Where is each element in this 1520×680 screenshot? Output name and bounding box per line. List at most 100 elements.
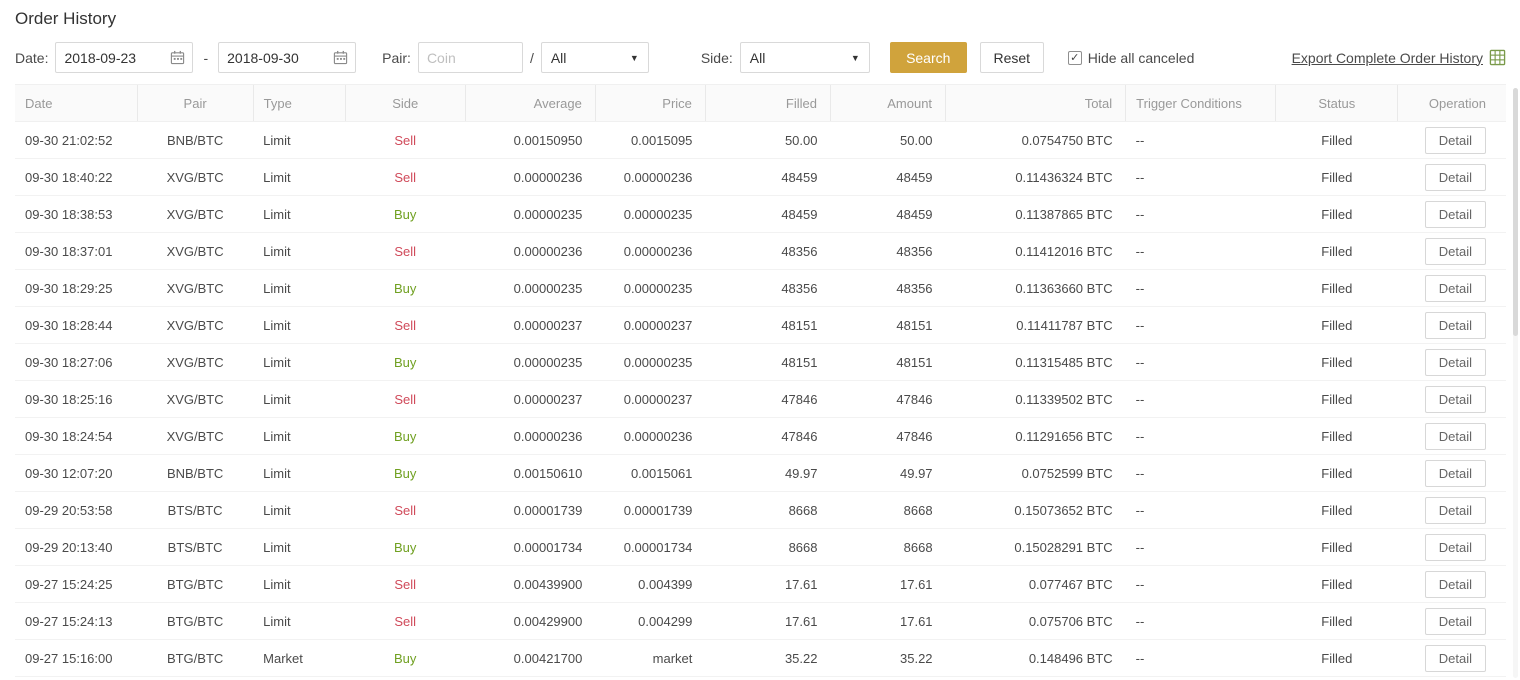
cell-filled: 47846 [705,417,831,455]
cell-total: 0.11412016 BTC [945,232,1126,270]
cell-pair: XVG/BTC [137,306,254,344]
cell-trigger: -- [1125,417,1276,455]
date-from-input[interactable] [55,42,194,73]
cell-status: Filled [1275,565,1398,603]
cell-operation: Detail [1397,195,1506,233]
column-header-trigger: Trigger Conditions [1125,84,1276,122]
cell-price: 0.00000237 [595,306,706,344]
cell-average: 0.00000237 [465,306,596,344]
detail-button[interactable]: Detail [1424,237,1486,265]
cell-type: Limit [253,565,346,603]
date-to-input[interactable] [218,42,357,73]
scrollbar-thumb[interactable] [1513,88,1518,336]
excel-icon [1489,49,1506,66]
cell-type: Limit [253,158,346,196]
detail-button[interactable]: Detail [1424,126,1486,154]
detail-button[interactable]: Detail [1424,644,1486,672]
detail-button[interactable]: Detail [1424,422,1486,450]
table-row: 09-29 20:53:58 BTS/BTC Limit Sell 0.00001739… [15,491,1506,529]
cell-filled: 47846 [705,380,831,418]
cell-amount: 50.00 [830,121,946,159]
cell-price: 0.0015061 [595,454,706,492]
cell-operation: Detail [1397,232,1506,270]
cell-status: Filled [1275,306,1398,344]
table-row: 09-30 12:07:20 BNB/BTC Limit Buy 0.00150610 0… [15,454,1506,492]
cell-amount: 49.97 [830,454,946,492]
cell-average: 0.00001739 [465,491,596,529]
cell-total: 0.077467 BTC [945,565,1126,603]
cell-status: Filled [1275,232,1398,270]
side-select-value: All [749,49,766,66]
hide-canceled-checkbox[interactable]: ✓ Hide all canceled [1067,50,1194,66]
cell-date: 09-30 18:28:44 [15,306,138,344]
cell-amount: 17.61 [830,565,946,603]
cell-price: 0.00000236 [595,232,706,270]
cell-average: 0.00000236 [465,158,596,196]
detail-button[interactable]: Detail [1424,311,1486,339]
detail-button[interactable]: Detail [1424,570,1486,598]
cell-type: Limit [253,343,346,381]
column-header-price: Price [594,84,706,122]
detail-button[interactable]: Detail [1424,607,1486,635]
detail-button[interactable]: Detail [1424,163,1486,191]
table-body: 09-30 21:02:52 BNB/BTC Limit Sell 0.00150950… [15,121,1506,677]
detail-button[interactable]: Detail [1424,533,1486,561]
cell-side: Buy [345,417,466,455]
cell-filled: 48459 [705,195,831,233]
cell-filled: 48151 [705,306,831,344]
side-select[interactable]: All ▼ [739,42,870,73]
table-row: 09-30 18:40:22 XVG/BTC Limit Sell 0.00000236… [15,158,1506,196]
cell-date: 09-27 15:24:25 [15,565,138,603]
detail-button[interactable]: Detail [1424,200,1486,228]
scrollbar[interactable] [1513,88,1518,678]
quote-select[interactable]: All ▼ [540,42,649,73]
search-button[interactable]: Search [889,42,967,73]
cell-side: Buy [345,195,466,233]
cell-trigger: -- [1125,195,1276,233]
cell-side: Sell [345,491,466,529]
cell-type: Limit [253,306,346,344]
cell-side: Buy [345,269,466,307]
reset-button[interactable]: Reset [979,42,1044,73]
cell-pair: BTG/BTC [137,565,254,603]
quote-select-value: All [550,49,567,66]
coin-input[interactable] [417,42,523,73]
cell-status: Filled [1275,121,1398,159]
cell-status: Filled [1275,491,1398,529]
cell-side: Sell [345,565,466,603]
detail-button[interactable]: Detail [1424,348,1486,376]
cell-side: Sell [345,232,466,270]
cell-pair: BTS/BTC [137,491,254,529]
detail-button[interactable]: Detail [1424,274,1486,302]
cell-side: Sell [345,306,466,344]
cell-average: 0.00000235 [465,195,596,233]
cell-trigger: -- [1125,454,1276,492]
detail-button[interactable]: Detail [1424,459,1486,487]
order-history-table: Date Pair Type Side Average Price Filled Amount… [15,84,1506,677]
export-link[interactable]: Export Complete Order History [1292,49,1506,66]
cell-filled: 17.61 [705,565,831,603]
detail-button[interactable]: Detail [1424,496,1486,524]
cell-price: 0.00001734 [595,528,706,566]
cell-status: Filled [1275,602,1398,640]
detail-button[interactable]: Detail [1424,385,1486,413]
cell-date: 09-27 15:24:13 [15,602,138,640]
cell-price: 0.00000235 [595,195,706,233]
cell-type: Limit [253,454,346,492]
cell-amount: 48356 [830,232,946,270]
cell-filled: 49.97 [705,454,831,492]
table-row: 09-30 18:28:44 XVG/BTC Limit Sell 0.00000237… [15,306,1506,344]
cell-total: 0.11387865 BTC [945,195,1126,233]
cell-filled: 48151 [705,343,831,381]
cell-trigger: -- [1125,343,1276,381]
cell-average: 0.00150610 [465,454,596,492]
cell-status: Filled [1275,454,1398,492]
date-label: Date: [15,49,49,66]
cell-operation: Detail [1397,602,1506,640]
cell-amount: 48356 [830,269,946,307]
cell-date: 09-29 20:13:40 [15,528,138,566]
cell-type: Market [253,639,346,677]
cell-pair: BTG/BTC [137,639,254,677]
cell-status: Filled [1275,343,1398,381]
cell-average: 0.00439900 [465,565,596,603]
